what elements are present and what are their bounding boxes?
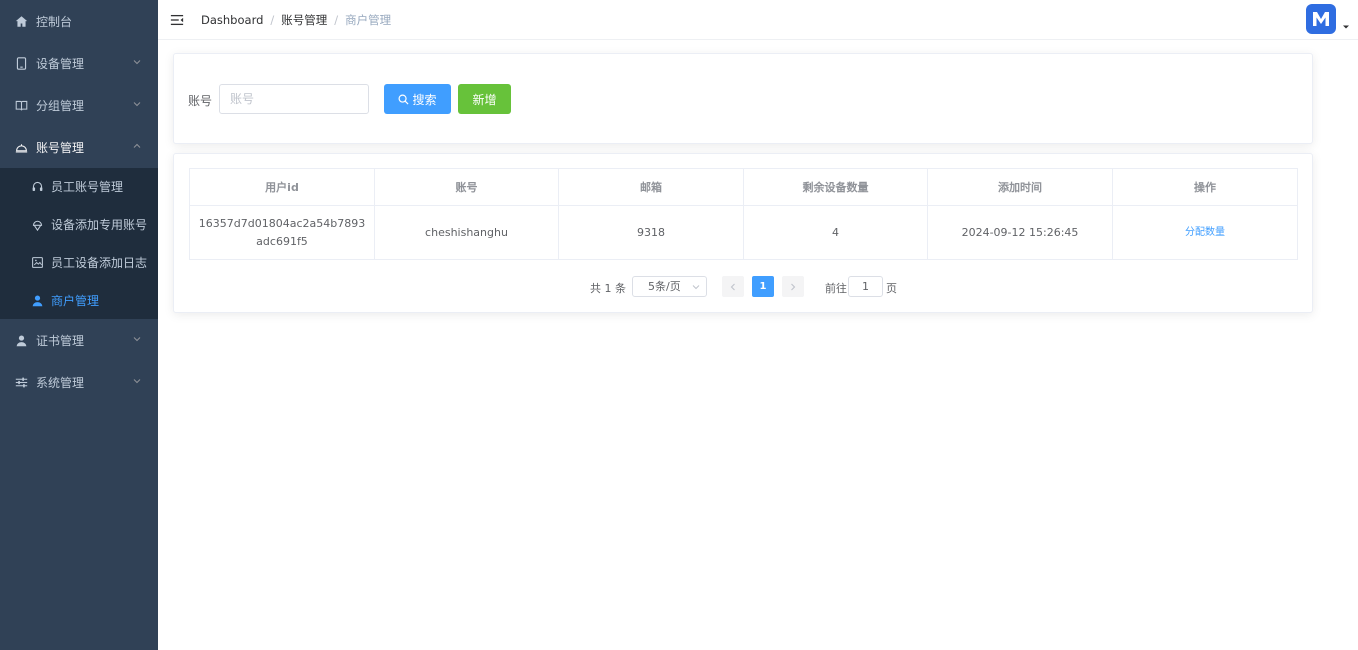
prev-page-button[interactable] [722,276,744,297]
tablet-icon [14,56,28,70]
page-number-button[interactable]: 1 [752,276,774,297]
pagination: 共 1 条 5条/页 1 前往 页 [174,276,1312,298]
table-card: 用户id 账号 邮箱 剩余设备数量 添加时间 操作 16357d7d01804a… [173,153,1313,313]
sidebar-item-staff-accounts[interactable]: 员工账号管理 [0,168,158,206]
cell-account: cheshishanghu [374,205,559,260]
user-solid-icon [30,293,44,307]
breadcrumb-separator: / [270,12,275,27]
breadcrumb-current: 商户管理 [345,12,392,27]
sidebar-item-accounts[interactable]: 账号管理 [0,126,158,168]
cell-remaining-devices: 4 [743,205,928,260]
sidebar-item-label: 员工设备添加日志 [51,255,148,270]
breadcrumb-dashboard[interactable]: Dashboard [201,13,263,27]
search-button-label: 搜索 [412,92,437,107]
hamburger-icon[interactable] [170,13,184,27]
sidebar-item-merchants[interactable]: 商户管理 [0,281,158,319]
table-header-row: 用户id 账号 邮箱 剩余设备数量 添加时间 操作 [189,168,1298,206]
column-header-account: 账号 [374,168,559,206]
sliders-icon [14,375,28,389]
ice-cream-icon [30,218,44,232]
sidebar: 控制台 设备管理 分组管理 账号管理 员工账号管理 设备添加专用账号 员工设备添… [0,0,158,650]
picture-icon [30,255,44,269]
sidebar-item-label: 设备添加专用账号 [51,218,148,233]
sidebar-item-label: 设备管理 [36,56,85,71]
sidebar-item-staff-device-logs[interactable]: 员工设备添加日志 [0,244,158,282]
sidebar-item-label: 证书管理 [36,333,85,348]
goto-label: 前往 [825,282,847,295]
allocate-quantity-link[interactable]: 分配数量 [1185,227,1225,238]
caret-down-icon[interactable] [1342,24,1350,30]
search-card: 账号 搜索 新增 [173,53,1313,144]
column-header-email: 邮箱 [558,168,744,206]
table-row: 16357d7d01804ac2a54b7893adc691f5 cheshis… [189,205,1298,260]
chevron-down-icon [692,285,700,290]
user-icon [14,333,28,347]
cloche-icon [14,140,28,154]
accounts-submenu: 员工账号管理 设备添加专用账号 员工设备添加日志 商户管理 [0,168,158,319]
cell-actions: 分配数量 [1112,205,1298,260]
sidebar-item-devices[interactable]: 设备管理 [0,42,158,84]
sidebar-item-system[interactable]: 系统管理 [0,361,158,403]
pagination-total: 共 1 条 [590,282,626,295]
page-size-select[interactable]: 5条/页 [632,276,707,297]
book-icon [14,98,28,112]
headset-icon [30,180,44,194]
breadcrumb-accounts[interactable]: 账号管理 [281,12,327,28]
column-header-remaining-devices: 剩余设备数量 [743,168,928,206]
account-label: 账号 [188,94,213,108]
sidebar-item-label: 商户管理 [51,293,100,308]
chevron-left-icon [730,283,735,290]
chevron-down-icon [133,102,141,107]
cell-email: 9318 [558,205,744,260]
sidebar-item-groups[interactable]: 分组管理 [0,84,158,126]
chevron-down-icon [133,337,141,342]
cell-added-time: 2024-09-12 15:26:45 [927,205,1113,260]
merchant-table: 用户id 账号 邮箱 剩余设备数量 添加时间 操作 16357d7d01804a… [189,168,1298,260]
sidebar-item-certificates[interactable]: 证书管理 [0,319,158,361]
column-header-user-id: 用户id [189,168,375,206]
chevron-down-icon [133,379,141,384]
brand-logo-icon [1313,12,1329,26]
goto-page-input[interactable] [848,276,883,297]
home-icon [14,14,28,28]
page-size-value: 5条/页 [648,280,681,293]
chevron-up-icon [133,143,141,148]
breadcrumb: Dashboard / 账号管理 / 商户管理 [201,12,391,28]
sidebar-item-dashboard[interactable]: 控制台 [0,0,158,42]
sidebar-item-label: 系统管理 [36,375,85,390]
chevron-right-icon [791,283,796,290]
search-icon [398,94,409,105]
cell-user-id: 16357d7d01804ac2a54b7893adc691f5 [189,205,375,260]
chevron-down-icon [133,60,141,65]
avatar[interactable] [1306,4,1336,34]
sidebar-item-label: 账号管理 [36,140,85,155]
breadcrumb-separator: / [334,12,339,27]
sidebar-item-device-add-accounts[interactable]: 设备添加专用账号 [0,206,158,244]
search-button[interactable]: 搜索 [384,84,451,114]
sidebar-item-label: 控制台 [36,14,73,29]
account-search-input[interactable] [219,84,369,114]
sidebar-item-label: 员工账号管理 [51,180,124,195]
next-page-button[interactable] [782,276,804,297]
navbar: Dashboard / 账号管理 / 商户管理 [158,0,1358,40]
goto-unit: 页 [886,282,897,295]
column-header-added-time: 添加时间 [927,168,1113,206]
column-header-actions: 操作 [1112,168,1298,206]
add-button[interactable]: 新增 [458,84,511,114]
sidebar-item-label: 分组管理 [36,98,85,113]
